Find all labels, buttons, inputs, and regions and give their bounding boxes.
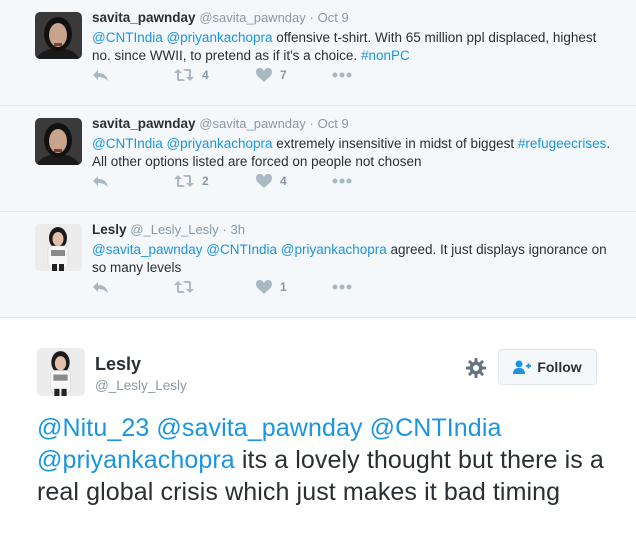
- retweet-count: 4: [202, 68, 209, 82]
- retweet-icon: [174, 281, 194, 293]
- user-handle[interactable]: @savita_pawnday: [199, 116, 305, 131]
- user-name[interactable]: Lesly: [95, 354, 141, 375]
- avatar[interactable]: [37, 348, 85, 396]
- tweet-header: savita_pawnday @savita_pawnday · Oct 9: [92, 10, 349, 25]
- avatar[interactable]: [35, 118, 82, 165]
- timestamp[interactable]: 3h: [231, 222, 245, 237]
- separator-dot: ·: [309, 116, 314, 131]
- more-button[interactable]: [332, 178, 352, 184]
- reply-tweet[interactable]: savita_pawnday @savita_pawnday · Oct 9 @…: [0, 0, 636, 106]
- user-name[interactable]: savita_pawnday: [92, 116, 196, 131]
- user-name[interactable]: Lesly: [92, 222, 127, 237]
- tweet-text: @CNTIndia @priyankachopra extremely inse…: [92, 135, 612, 171]
- add-user-icon: [513, 360, 532, 374]
- like-button[interactable]: 7: [256, 68, 287, 82]
- reply-icon: [93, 176, 108, 187]
- reply-button[interactable]: [92, 280, 109, 294]
- user-handle[interactable]: @savita_pawnday: [199, 10, 305, 25]
- mention-link[interactable]: @CNTIndia @priyankachopra: [92, 30, 272, 45]
- separator-dot: ·: [309, 10, 314, 25]
- more-icon: [332, 178, 352, 184]
- more-icon: [332, 284, 352, 290]
- tweet-actions: 4 7: [92, 68, 392, 86]
- like-count: 1: [280, 280, 287, 294]
- like-button[interactable]: 4: [256, 174, 287, 188]
- text-span: extremely insensitive in midst of bigges…: [272, 136, 518, 151]
- user-handle[interactable]: @_Lesly_Lesly: [130, 222, 218, 237]
- tweet-text: @CNTIndia @priyankachopra offensive t-sh…: [92, 29, 612, 65]
- hashtag-link[interactable]: #refugeecrises: [518, 136, 607, 151]
- like-count: 4: [280, 174, 287, 188]
- more-icon: [332, 72, 352, 78]
- avatar[interactable]: [35, 224, 82, 271]
- retweet-button[interactable]: 4: [174, 68, 209, 82]
- reply-icon: [93, 70, 108, 81]
- retweet-count: 2: [202, 174, 209, 188]
- reply-tweet[interactable]: savita_pawnday @savita_pawnday · Oct 9 @…: [0, 106, 636, 212]
- main-tweet: Lesly @_Lesly_Lesly Follow @Nitu_23 @sav…: [0, 318, 636, 545]
- follow-button[interactable]: Follow: [498, 349, 597, 385]
- more-button[interactable]: [332, 72, 352, 78]
- tweet-header: Lesly @_Lesly_Lesly · 3h: [92, 222, 245, 237]
- gear-icon: [466, 358, 486, 378]
- heart-icon: [256, 174, 272, 188]
- avatar[interactable]: [35, 12, 82, 59]
- follow-label: Follow: [537, 359, 582, 375]
- more-button[interactable]: [332, 284, 352, 290]
- hashtag-link[interactable]: #nonPC: [361, 48, 410, 63]
- timestamp[interactable]: Oct 9: [318, 10, 349, 25]
- user-handle[interactable]: @_Lesly_Lesly: [95, 378, 187, 393]
- heart-icon: [256, 280, 272, 294]
- tweet-actions: 1: [92, 280, 392, 298]
- retweet-icon: [174, 175, 194, 187]
- retweet-icon: [174, 69, 194, 81]
- mention-link[interactable]: @CNTIndia @priyankachopra: [92, 136, 272, 151]
- tweet-actions: 2 4: [92, 174, 392, 192]
- retweet-button[interactable]: [174, 280, 202, 294]
- reply-button[interactable]: [92, 174, 109, 188]
- tweet-text: @Nitu_23 @savita_pawnday @CNTIndia @priy…: [37, 412, 617, 508]
- retweet-button[interactable]: 2: [174, 174, 209, 188]
- like-count: 7: [280, 68, 287, 82]
- like-button[interactable]: 1: [256, 280, 287, 294]
- reply-button[interactable]: [92, 68, 109, 82]
- tweet-text: @savita_pawnday @CNTIndia @priyankachopr…: [92, 241, 612, 277]
- reply-tweet[interactable]: Lesly @_Lesly_Lesly · 3h @savita_pawnday…: [0, 212, 636, 318]
- mention-link[interactable]: @savita_pawnday @CNTIndia @priyankachopr…: [92, 242, 387, 257]
- separator-dot: ·: [222, 222, 227, 237]
- heart-icon: [256, 68, 272, 82]
- timestamp[interactable]: Oct 9: [318, 116, 349, 131]
- user-name[interactable]: savita_pawnday: [92, 10, 196, 25]
- gear-button[interactable]: [464, 356, 488, 380]
- reply-icon: [93, 282, 108, 293]
- tweet-header: savita_pawnday @savita_pawnday · Oct 9: [92, 116, 349, 131]
